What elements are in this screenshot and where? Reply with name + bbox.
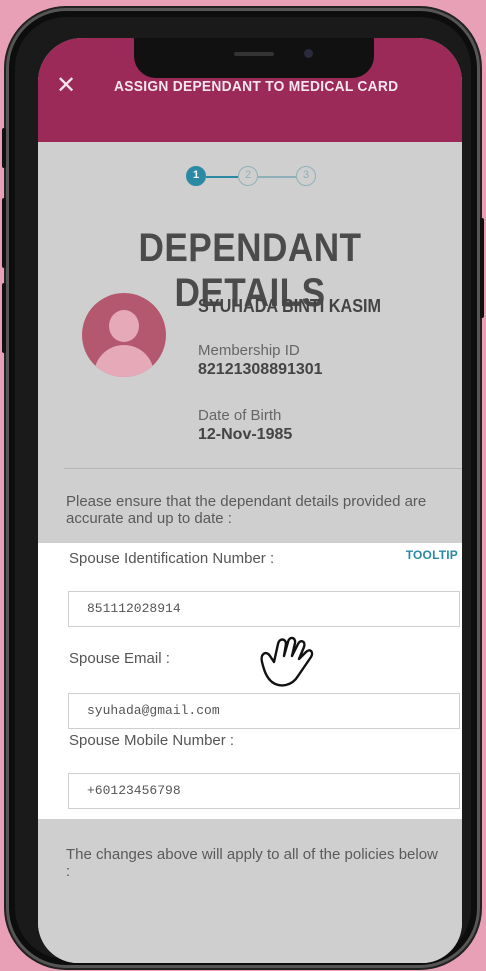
avatar-body bbox=[94, 345, 154, 377]
phone-screen: ✕ ASSIGN DEPENDANT TO MEDICAL CARD 1 2 3… bbox=[38, 38, 462, 963]
spouse-id-label: Spouse Identification Number : bbox=[69, 550, 275, 567]
avatar bbox=[82, 293, 166, 377]
speaker bbox=[234, 52, 274, 56]
step-2: 2 bbox=[238, 166, 258, 186]
divider bbox=[64, 468, 462, 469]
dependant-name: SYUHADA BINTI KASIM bbox=[198, 296, 382, 316]
tooltip-link[interactable]: TOOLTIP bbox=[406, 548, 458, 562]
dob-label: Date of Birth bbox=[198, 407, 282, 424]
volume-down-button bbox=[2, 283, 6, 353]
camera-icon bbox=[304, 49, 313, 58]
spouse-email-input[interactable]: syuhada@gmail.com bbox=[68, 693, 460, 729]
step-connector bbox=[258, 176, 296, 178]
membership-label: Membership ID bbox=[198, 342, 300, 359]
spouse-mobile-input[interactable]: +60123456798 bbox=[68, 773, 460, 809]
instructions-text: Please ensure that the dependant details… bbox=[66, 493, 427, 527]
step-connector bbox=[206, 176, 238, 178]
mute-switch bbox=[2, 128, 6, 168]
phone-frame: ✕ ASSIGN DEPENDANT TO MEDICAL CARD 1 2 3… bbox=[2, 8, 484, 968]
spouse-email-label: Spouse Email : bbox=[69, 650, 170, 667]
dob-value: 12-Nov-1985 bbox=[198, 426, 293, 443]
spouse-id-input[interactable]: 851112028914 bbox=[68, 591, 460, 627]
header-title: ASSIGN DEPENDANT TO MEDICAL CARD bbox=[114, 78, 399, 95]
volume-up-button bbox=[2, 198, 6, 268]
footer-note: The changes above will apply to all of t… bbox=[66, 846, 438, 880]
notch bbox=[134, 38, 374, 78]
avatar-head bbox=[109, 310, 139, 342]
step-3: 3 bbox=[296, 166, 316, 186]
tap-hand-icon bbox=[260, 636, 314, 687]
progress-stepper: 1 2 3 bbox=[186, 166, 346, 188]
membership-id: 82121308891301 bbox=[198, 361, 323, 378]
spouse-mobile-label: Spouse Mobile Number : bbox=[69, 732, 235, 749]
close-icon[interactable]: ✕ bbox=[54, 74, 78, 98]
step-1: 1 bbox=[186, 166, 206, 186]
power-button bbox=[480, 218, 484, 318]
